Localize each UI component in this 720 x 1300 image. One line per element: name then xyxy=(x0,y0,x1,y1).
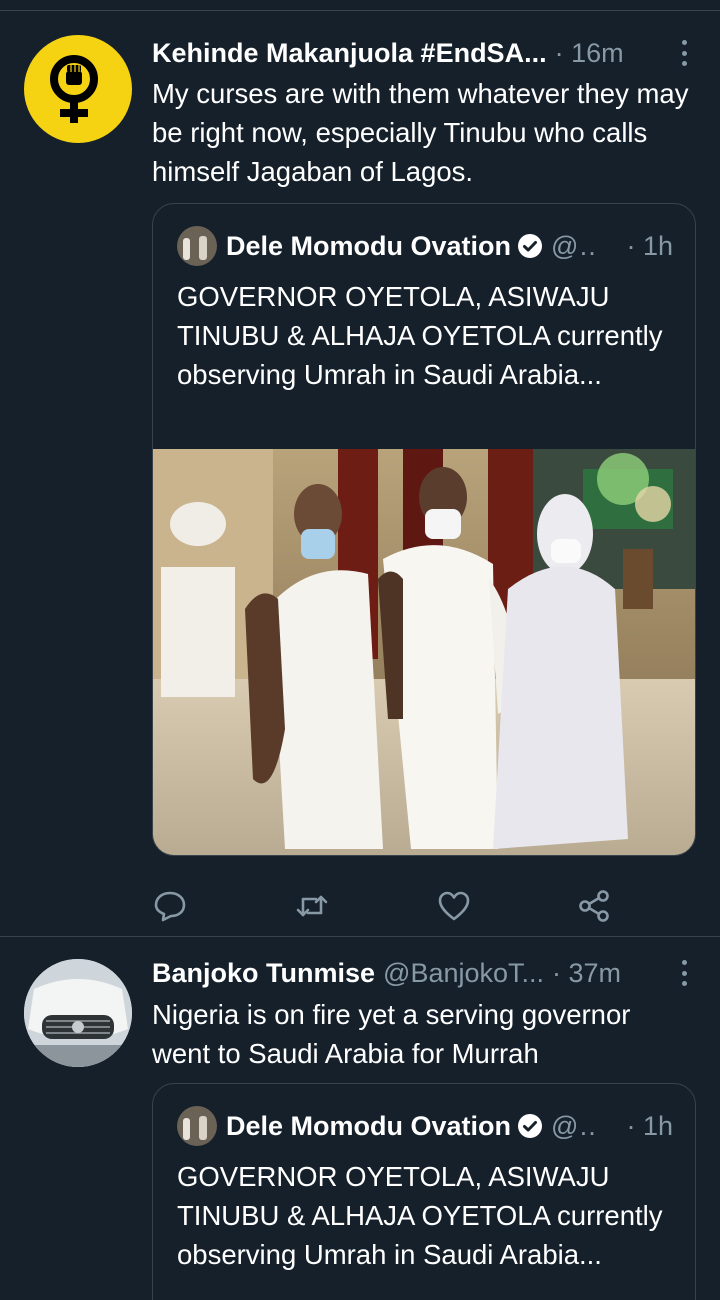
like-icon[interactable] xyxy=(436,888,472,924)
timestamp[interactable]: · 1h xyxy=(626,1111,673,1142)
avatar[interactable] xyxy=(177,1106,217,1146)
quoted-tweet-text: GOVERNOR OYETOLA, ASIWAJU TINUBU & ALHAJ… xyxy=(177,1161,663,1270)
quoted-tweet[interactable]: Dele Momodu Ovation @... · 1h GOVERNOR O… xyxy=(152,1083,696,1300)
quoted-tweet-text: GOVERNOR OYETOLA, ASIWAJU TINUBU & ALHAJ… xyxy=(177,281,663,390)
verified-badge-icon xyxy=(518,234,543,258)
quoted-tweet[interactable]: Dele Momodu Ovation @... · 1h GOVERNOR O… xyxy=(152,203,696,856)
tweet-header: Banjoko Tunmise @BanjokoT... · 37m xyxy=(152,955,696,991)
display-name[interactable]: Dele Momodu Ovation xyxy=(226,1111,511,1142)
avatar[interactable] xyxy=(177,226,217,266)
handle[interactable]: @... xyxy=(551,1111,595,1142)
tweet[interactable]: Banjoko Tunmise @BanjokoT... · 37m Niger… xyxy=(0,937,720,1300)
handle[interactable]: @BanjokoT... xyxy=(383,958,544,989)
tweet-actions xyxy=(152,876,632,936)
car-photo xyxy=(24,959,132,1067)
display-name[interactable]: Banjoko Tunmise xyxy=(152,958,375,989)
tweet-text: Nigeria is on fire yet a serving governo… xyxy=(152,999,631,1069)
more-options-icon[interactable] xyxy=(672,958,696,988)
quoted-tweet-header: Dele Momodu Ovation @... · 1h xyxy=(177,226,673,266)
share-icon[interactable] xyxy=(576,888,612,924)
reply-icon[interactable] xyxy=(152,888,188,924)
handle[interactable]: @... xyxy=(551,231,595,262)
tweet-text: My curses are with them whatever they ma… xyxy=(152,78,689,187)
avatar[interactable] xyxy=(24,959,132,1067)
tweet[interactable]: Kehinde Makanjuola #EndSA... · 16m My cu… xyxy=(0,11,720,936)
tweet-header: Kehinde Makanjuola #EndSA... · 16m xyxy=(152,35,696,71)
more-options-icon[interactable] xyxy=(672,38,696,68)
display-name[interactable]: Kehinde Makanjuola #EndSA... xyxy=(152,38,547,69)
display-name[interactable]: Dele Momodu Ovation xyxy=(226,231,511,262)
quoted-tweet-photo[interactable] xyxy=(153,449,695,855)
feminist-fist-icon xyxy=(50,55,98,123)
quoted-tweet-header: Dele Momodu Ovation @... · 1h xyxy=(177,1106,673,1146)
timestamp[interactable]: · 1h xyxy=(626,231,673,262)
retweet-icon[interactable] xyxy=(294,888,330,924)
timestamp[interactable]: · 16m xyxy=(555,38,624,69)
timestamp[interactable]: · 37m xyxy=(552,958,621,989)
verified-badge-icon xyxy=(518,1114,543,1138)
avatar[interactable] xyxy=(24,35,132,143)
